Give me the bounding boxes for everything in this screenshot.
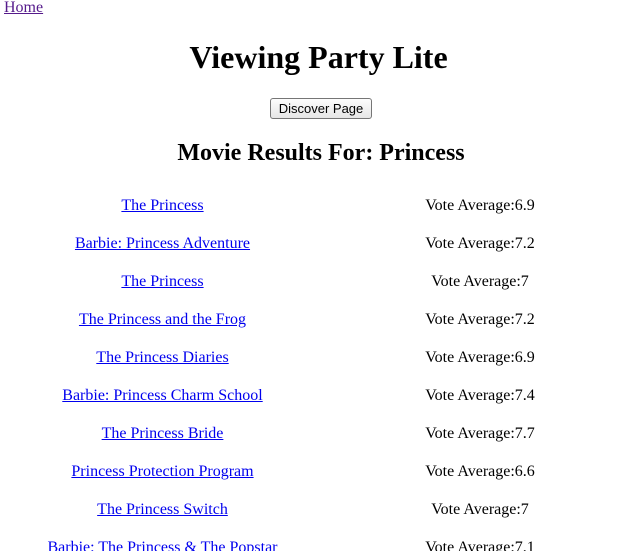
- vote-label: Vote Average:: [425, 425, 515, 442]
- vote-value: 7.4: [514, 387, 535, 404]
- vote-value: 7.2: [514, 235, 535, 252]
- vote-value: 7: [520, 273, 529, 290]
- list-item: The Princess Switch Vote Average:7: [0, 500, 637, 538]
- list-item: The Princess Diaries Vote Average:6.9: [0, 348, 637, 386]
- movie-link[interactable]: Barbie: The Princess & The Popstar: [0, 538, 325, 551]
- movie-link[interactable]: The Princess Switch: [0, 500, 325, 520]
- list-item: Barbie: Princess Adventure Vote Average:…: [0, 234, 637, 272]
- vote-value: 7.2: [514, 311, 535, 328]
- vote-value: 6.6: [514, 463, 535, 480]
- vote-value: 6.9: [514, 197, 535, 214]
- vote-label: Vote Average:: [425, 463, 515, 480]
- discover-page-button[interactable]: Discover Page: [270, 98, 372, 119]
- page-title: Viewing Party Lite: [189, 39, 448, 75]
- vote-value: 7.7: [514, 425, 535, 442]
- vote-label: Vote Average:: [425, 349, 515, 366]
- vote-label: Vote Average:: [431, 501, 521, 518]
- home-link[interactable]: Home: [4, 0, 43, 17]
- vote-value: 7: [520, 501, 529, 518]
- list-item: Princess Protection Program Vote Average…: [0, 462, 637, 500]
- movie-link[interactable]: The Princess: [0, 272, 325, 292]
- vote-label: Vote Average:: [425, 311, 515, 328]
- movie-link[interactable]: Princess Protection Program: [0, 462, 325, 482]
- vote-average: Vote Average:6.9: [318, 196, 637, 216]
- list-item: The Princess and the Frog Vote Average:7…: [0, 310, 637, 348]
- vote-label: Vote Average:: [425, 197, 515, 214]
- vote-label: Vote Average:: [425, 539, 515, 551]
- vote-value: 6.9: [514, 349, 535, 366]
- movie-results-list: The Princess Vote Average:6.9 Barbie: Pr…: [0, 196, 637, 551]
- movie-link[interactable]: The Princess and the Frog: [0, 310, 325, 330]
- vote-average: Vote Average:7.4: [318, 386, 637, 406]
- list-item: Barbie: The Princess & The Popstar Vote …: [0, 538, 637, 551]
- movie-link[interactable]: The Princess Bride: [0, 424, 325, 444]
- vote-average: Vote Average:7.1: [318, 538, 637, 551]
- list-item: The Princess Bride Vote Average:7.7: [0, 424, 637, 462]
- vote-label: Vote Average:: [425, 235, 515, 252]
- list-item: The Princess Vote Average:7: [0, 272, 637, 310]
- vote-value: 7.1: [514, 539, 535, 551]
- results-heading: Movie Results For: Princess: [177, 140, 465, 166]
- vote-average: Vote Average:7.2: [318, 234, 637, 254]
- movie-link[interactable]: Barbie: Princess Adventure: [0, 234, 325, 254]
- list-item: Barbie: Princess Charm School Vote Avera…: [0, 386, 637, 424]
- vote-average: Vote Average:7: [318, 500, 637, 520]
- vote-average: Vote Average:6.6: [318, 462, 637, 482]
- movie-link[interactable]: The Princess Diaries: [0, 348, 325, 368]
- vote-average: Vote Average:6.9: [318, 348, 637, 368]
- vote-average: Vote Average:7.2: [318, 310, 637, 330]
- list-item: The Princess Vote Average:6.9: [0, 196, 637, 234]
- vote-label: Vote Average:: [431, 273, 521, 290]
- vote-average: Vote Average:7: [318, 272, 637, 292]
- movie-link[interactable]: Barbie: Princess Charm School: [0, 386, 325, 406]
- movie-link[interactable]: The Princess: [0, 196, 325, 216]
- vote-label: Vote Average:: [425, 387, 515, 404]
- vote-average: Vote Average:7.7: [318, 424, 637, 444]
